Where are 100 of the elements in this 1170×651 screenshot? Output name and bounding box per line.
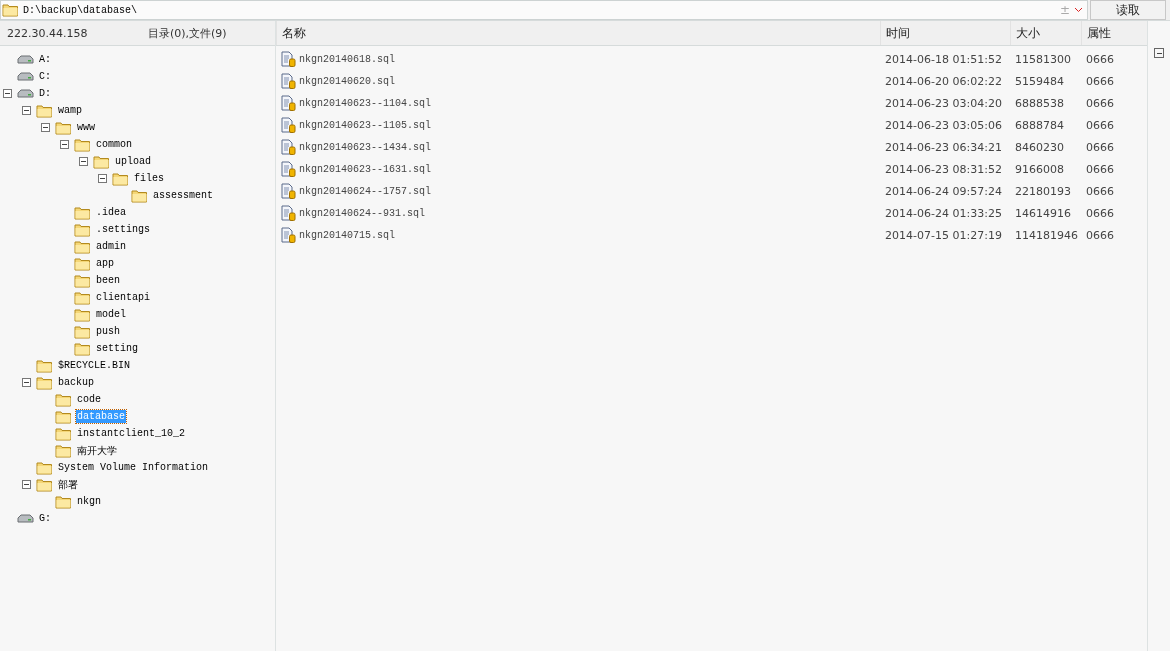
sql-file-icon	[281, 227, 297, 243]
folder-icon	[93, 154, 110, 169]
tree-item[interactable]: admin	[95, 240, 127, 253]
table-cell-text: 0666	[1085, 74, 1116, 88]
collapse-toggle[interactable]	[60, 140, 69, 149]
tree-item[interactable]: model	[95, 308, 127, 321]
file-name[interactable]: nkgn20140624--1757.sql	[299, 185, 432, 197]
folder-icon	[36, 375, 53, 390]
read-button[interactable]: 读取	[1090, 0, 1166, 20]
sql-file-icon	[281, 139, 297, 155]
drive-icon	[17, 54, 34, 65]
table-cell-text: 8460230	[1014, 140, 1066, 154]
folder-icon	[74, 341, 91, 356]
tree-item[interactable]: backup	[57, 376, 95, 389]
table-cell-text: 2014-06-20 06:02:22	[884, 74, 1003, 88]
tree-item[interactable]: assessment	[152, 189, 214, 202]
collapse-toggle[interactable]	[1154, 48, 1165, 58]
tree-item[interactable]: upload	[114, 155, 152, 168]
folder-icon	[74, 222, 91, 237]
sql-file-icon	[281, 161, 297, 177]
tree-item[interactable]: .idea	[95, 206, 127, 219]
folder-icon	[74, 307, 91, 322]
tree-item[interactable]: $RECYCLE.BIN	[57, 359, 131, 372]
file-name[interactable]: nkgn20140623--1631.sql	[299, 163, 432, 175]
collapse-toggle[interactable]	[22, 378, 31, 387]
table-cell-text: 2014-06-23 03:05:06	[884, 118, 1003, 132]
column-header[interactable]: 属性	[1081, 21, 1148, 45]
tree-item[interactable]: A:	[38, 53, 52, 66]
path-field[interactable]: D:\backup\database\ ±	[0, 0, 1088, 20]
collapse-toggle[interactable]	[41, 123, 50, 132]
table-cell-text: 5159484	[1014, 74, 1066, 88]
folder-icon	[36, 477, 53, 492]
tree-item[interactable]: 部署	[57, 476, 79, 493]
tree-item[interactable]: push	[95, 325, 121, 338]
folder-icon	[74, 205, 91, 220]
table-cell-text: 9166008	[1014, 162, 1066, 176]
table-cell-text: 6888538	[1014, 96, 1066, 110]
file-name[interactable]: nkgn20140623--1434.sql	[299, 141, 432, 153]
column-header[interactable]: 名称	[276, 21, 881, 45]
host-address: 222.30.44.158	[6, 26, 89, 40]
collapse-toggle[interactable]	[22, 480, 31, 489]
item-counts: 目录(0),文件(9)	[148, 25, 227, 41]
tree-item[interactable]: instantclient_10_2	[76, 427, 187, 440]
folder-icon	[36, 358, 53, 373]
tree-item[interactable]: C:	[38, 70, 52, 83]
table-cell-text: 0666	[1085, 184, 1116, 198]
folder-icon	[55, 426, 72, 441]
tree-item[interactable]: files	[133, 172, 165, 185]
sql-file-icon	[281, 51, 297, 67]
table-cell-text: 11581300	[1014, 52, 1073, 66]
tree-item[interactable]: System Volume Information	[57, 461, 210, 474]
folder-icon	[131, 188, 148, 203]
collapse-toggle[interactable]	[3, 89, 12, 98]
file-name[interactable]: nkgn20140618.sql	[299, 53, 396, 65]
drive-icon	[17, 71, 34, 82]
sql-file-icon	[281, 117, 297, 133]
column-header[interactable]: 时间	[880, 21, 1011, 45]
table-cell-text: 0666	[1085, 52, 1116, 66]
collapse-toggle[interactable]	[98, 174, 107, 183]
tree-item[interactable]: clientapi	[95, 291, 151, 304]
table-cell-text: 0666	[1085, 162, 1116, 176]
folder-icon	[55, 494, 72, 509]
table-cell-text: 2014-06-23 03:04:20	[884, 96, 1003, 110]
table-cell-text: 0666	[1085, 140, 1116, 154]
tree-item[interactable]: common	[95, 138, 133, 151]
folder-icon	[112, 171, 129, 186]
folder-icon	[36, 460, 53, 475]
table-cell-text: 2014-06-24 09:57:24	[884, 184, 1003, 198]
file-name[interactable]: nkgn20140624--931.sql	[299, 207, 426, 219]
sql-file-icon	[281, 205, 297, 221]
file-name[interactable]: nkgn20140623--1104.sql	[299, 97, 432, 109]
tree-item[interactable]: code	[76, 393, 102, 406]
tree-item[interactable]: .settings	[95, 223, 151, 236]
column-header[interactable]: 大小	[1010, 21, 1082, 45]
folder-icon	[55, 392, 72, 407]
tree-item[interactable]: setting	[95, 342, 139, 355]
tree-item[interactable]: wamp	[57, 104, 83, 117]
table-cell-text: 2014-07-15 01:27:19	[884, 228, 1003, 242]
tree-item[interactable]: www	[76, 121, 96, 134]
folder-icon	[55, 120, 72, 135]
folder-icon	[2, 3, 19, 17]
table-cell-text: 2014-06-18 01:51:52	[884, 52, 1003, 66]
tree-item[interactable]: been	[95, 274, 121, 287]
tree-item[interactable]: 南开大学	[76, 442, 118, 459]
file-name[interactable]: nkgn20140623--1105.sql	[299, 119, 432, 131]
tree-item[interactable]: D:	[38, 87, 52, 100]
table-cell-text: 22180193	[1014, 184, 1073, 198]
file-name[interactable]: nkgn20140620.sql	[299, 75, 396, 87]
folder-icon	[36, 103, 53, 118]
tree-item[interactable]: G:	[38, 512, 52, 525]
table-cell-text: 6888784	[1014, 118, 1066, 132]
tree-item[interactable]: app	[95, 257, 115, 270]
sql-file-icon	[281, 95, 297, 111]
collapse-toggle[interactable]	[79, 157, 88, 166]
file-name[interactable]: nkgn20140715.sql	[299, 229, 396, 241]
tree-item[interactable]: nkgn	[76, 495, 102, 508]
dropdown-chevron-icon[interactable]	[1074, 7, 1083, 13]
collapse-toggle[interactable]	[22, 106, 31, 115]
table-cell-text: 14614916	[1014, 206, 1073, 220]
drive-icon	[17, 513, 34, 524]
